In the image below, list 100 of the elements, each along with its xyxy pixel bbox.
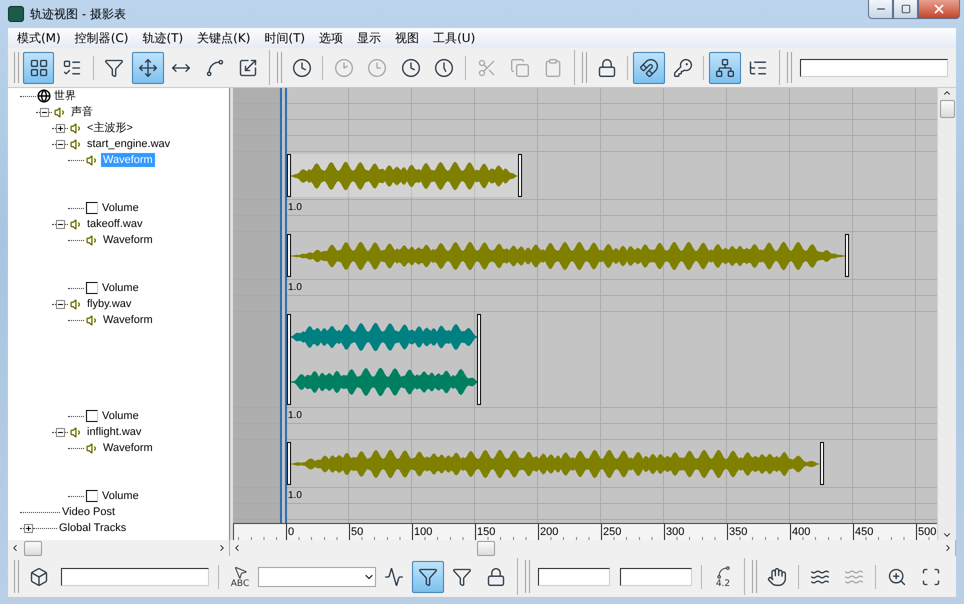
tree-item[interactable]: flyby.wav: [85, 297, 134, 311]
clip-start-handle[interactable]: [287, 154, 291, 197]
clock-icon: [367, 58, 388, 78]
key-icon: [672, 58, 693, 78]
lock-icon: [486, 566, 506, 586]
collapse-toggle[interactable]: [56, 428, 65, 437]
speaker-icon: [86, 442, 99, 455]
tree-item[interactable]: 声音: [69, 105, 95, 119]
maximize-icon: [900, 4, 910, 14]
menu-item[interactable]: 选项: [312, 30, 350, 46]
menu-item[interactable]: 关键点(K): [190, 30, 258, 46]
scrollbar-thumb[interactable]: [940, 100, 954, 118]
cut-icon: [476, 58, 497, 78]
volume-value: 1.0: [288, 282, 302, 293]
input-field[interactable]: [538, 568, 610, 586]
menu-item[interactable]: 时间(T): [257, 30, 312, 46]
expand-toggle[interactable]: [24, 524, 33, 533]
tree-item[interactable]: Volume: [100, 409, 141, 423]
menu-item[interactable]: 显示: [350, 30, 388, 46]
tree-item[interactable]: Waveform: [101, 313, 155, 327]
scale-icon: [238, 58, 258, 78]
clip-start-handle[interactable]: [287, 442, 291, 485]
tree-item[interactable]: takeoff.wav: [85, 217, 144, 231]
clock-icon: [434, 58, 454, 78]
speaker-icon: [54, 106, 67, 119]
tree-item[interactable]: 世界: [52, 89, 78, 103]
clip-end-handle[interactable]: [518, 154, 522, 197]
grid-icon: [28, 58, 49, 78]
toolbar-button[interactable]: [709, 52, 741, 84]
close-icon: [932, 2, 946, 16]
input-field[interactable]: [800, 58, 948, 76]
collapse-toggle[interactable]: [56, 300, 65, 309]
maximize-button[interactable]: [893, 0, 918, 19]
speaker-icon: [70, 122, 83, 135]
tree-item[interactable]: <主波形>: [85, 121, 135, 135]
zoom-region-icon: [921, 566, 941, 586]
magnet-icon: [639, 58, 660, 78]
tree-item[interactable]: Video Post: [60, 505, 118, 519]
app-icon: [8, 6, 24, 22]
scrollbar-thumb[interactable]: [477, 540, 495, 556]
clock-icon: [334, 58, 354, 78]
minimize-button[interactable]: [868, 0, 893, 19]
tree-item[interactable]: Waveform: [101, 441, 155, 455]
paste-icon: [543, 58, 564, 78]
volume-value: 1.0: [288, 202, 302, 213]
toolbar-button[interactable]: [633, 52, 665, 84]
tree-item[interactable]: Volume: [100, 201, 141, 215]
bracket-icon: [86, 282, 98, 294]
collapse-toggle[interactable]: [40, 108, 49, 117]
tree-item[interactable]: Volume: [100, 281, 141, 295]
hierarchy-icon: [715, 58, 735, 78]
bracket-icon: [86, 410, 98, 422]
clip-end-handle[interactable]: [845, 234, 850, 277]
vertical-scrollbar[interactable]: [937, 88, 956, 540]
list-icon: [62, 58, 82, 78]
toolbar-button[interactable]: ABC: [224, 560, 256, 592]
clock-icon: [400, 58, 421, 78]
tree-item[interactable]: start_engine.wav: [85, 137, 172, 151]
speaker-icon: [86, 154, 99, 167]
clip-start-handle[interactable]: [287, 314, 291, 405]
volume-value: 1.0: [288, 410, 302, 421]
tree-item[interactable]: Global Tracks: [57, 521, 128, 535]
toolbar-button[interactable]: [132, 52, 164, 84]
menu-item[interactable]: 视图: [388, 30, 426, 46]
tree-item[interactable]: Waveform: [101, 233, 155, 247]
speaker-icon: [70, 426, 83, 439]
move-icon: [138, 58, 158, 78]
menu-item[interactable]: 工具(U): [426, 30, 482, 46]
zoom-icon: [887, 566, 907, 586]
lock-icon: [596, 58, 617, 78]
menu-item[interactable]: 控制器(C): [68, 30, 136, 46]
scrollbar-thumb[interactable]: [24, 540, 42, 556]
toolbar-button[interactable]: 4.2: [707, 560, 739, 592]
bracket-icon: [86, 490, 98, 502]
speaker-icon: [86, 314, 99, 327]
speaker-icon: [70, 218, 83, 231]
tree-item[interactable]: inflight.wav: [85, 425, 144, 439]
clip-start-handle[interactable]: [287, 234, 291, 277]
toolbar-button[interactable]: [412, 560, 444, 592]
collapse-toggle[interactable]: [56, 140, 65, 149]
hand-icon: [767, 566, 787, 586]
expand-toggle[interactable]: [56, 124, 65, 133]
tree-item[interactable]: Volume: [100, 489, 141, 503]
speaker-icon: [70, 298, 83, 311]
input-field[interactable]: [620, 568, 692, 586]
collapse-toggle[interactable]: [56, 220, 65, 229]
input-field[interactable]: [61, 568, 209, 586]
clip-end-handle[interactable]: [477, 314, 482, 405]
copy-icon: [510, 58, 530, 78]
clock-icon: [292, 58, 312, 78]
close-button[interactable]: [918, 0, 960, 19]
menu-item[interactable]: 轨迹(T): [135, 30, 190, 46]
filter-icon: [452, 566, 472, 586]
menu-item[interactable]: 模式(M): [10, 30, 68, 46]
sound-clip[interactable]: [287, 314, 482, 405]
curve-icon: [716, 564, 730, 580]
clip-end-handle[interactable]: [820, 442, 824, 485]
globe-icon: [37, 89, 51, 103]
toolbar-button[interactable]: [22, 52, 54, 84]
filter-icon: [418, 566, 438, 586]
